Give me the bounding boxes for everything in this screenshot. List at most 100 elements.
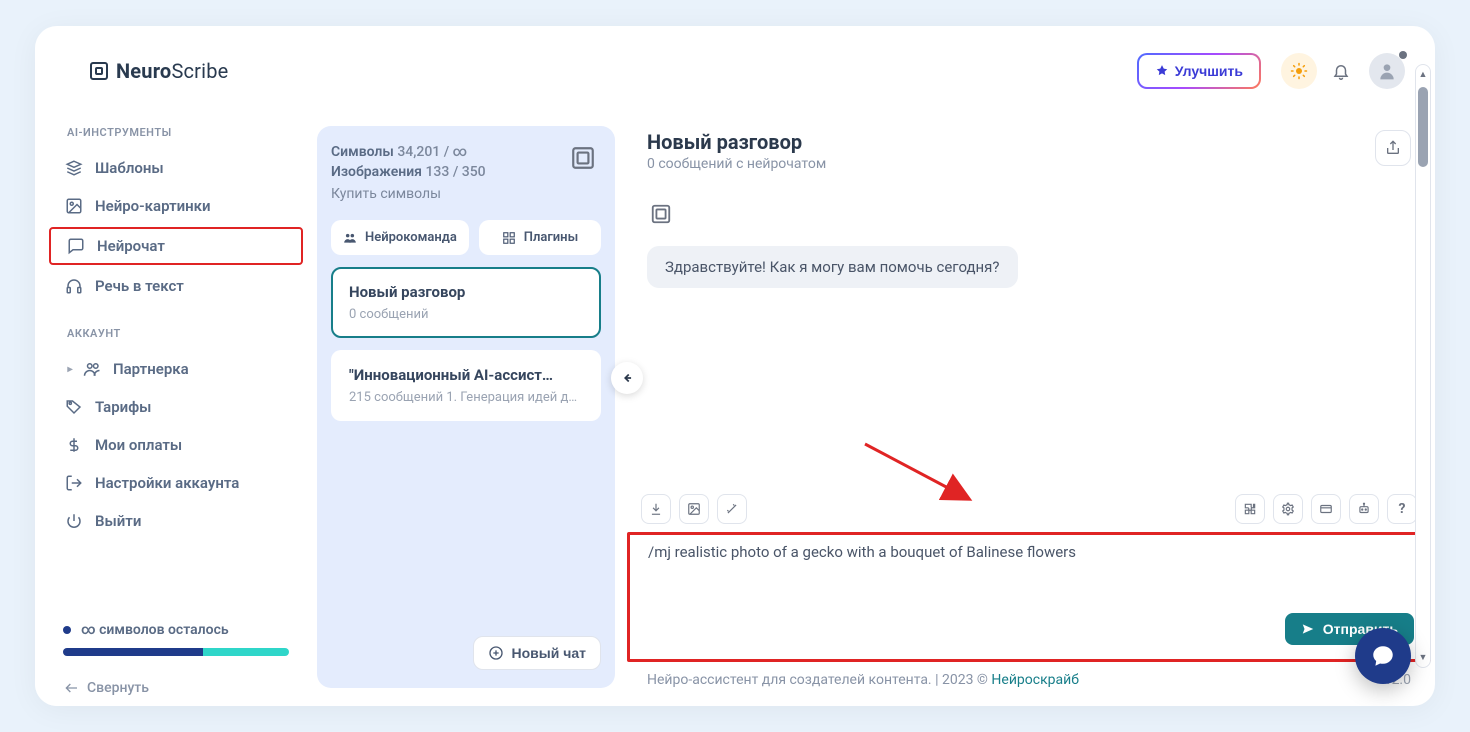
buy-symbols-link[interactable]: Купить символы: [331, 186, 601, 202]
chat-icon: [67, 237, 85, 255]
footer: Нейро-ассистент для создателей контента.…: [627, 662, 1431, 688]
bell-icon: [1332, 62, 1350, 80]
sidebar-item-label: Нейро-картинки: [95, 197, 211, 215]
help-button[interactable]: ?: [1387, 494, 1417, 524]
sidebar-item-label: Выйти: [95, 512, 141, 530]
chat-list-item[interactable]: Новый разговор 0 сообщений: [331, 267, 601, 338]
sidebar-item-label: Мои оплаты: [95, 436, 182, 454]
images-stat: Изображения 133 / 350: [331, 164, 601, 180]
sun-icon: [1290, 62, 1308, 80]
rocket-icon: [1155, 64, 1169, 78]
collapse-label: Свернуть: [87, 680, 149, 696]
sidebar-item-neurochat[interactable]: Нейрочат: [49, 227, 303, 265]
sidebar-item-label: Нейрочат: [97, 237, 165, 255]
bot-switch-button[interactable]: [1349, 494, 1379, 524]
new-chat-button[interactable]: Новый чат: [473, 636, 602, 670]
user-icon: [1377, 61, 1397, 81]
team-icon: [343, 231, 357, 245]
download-icon: [649, 502, 663, 516]
sidebar-item-neuro-images[interactable]: Нейро-картинки: [49, 189, 303, 223]
symbols-stat: Символы 34,201 / ∞: [331, 144, 601, 160]
top-bar: NeuroScribe Улучшить: [35, 26, 1435, 116]
grid-icon: [502, 231, 516, 245]
new-chat-label: Новый чат: [512, 645, 587, 661]
puzzle-button[interactable]: [1235, 494, 1265, 524]
share-button[interactable]: [1375, 130, 1411, 166]
team-chip[interactable]: Нейрокоманда: [331, 220, 469, 255]
sidebar-item-payments[interactable]: Мои оплаты: [49, 428, 303, 462]
collapse-icon: [63, 680, 79, 696]
collapse-panel-button[interactable]: [611, 362, 643, 394]
composer-input[interactable]: [644, 537, 1414, 609]
chat-bubble-icon: [1370, 643, 1396, 669]
prompt-library-button[interactable]: [1311, 494, 1341, 524]
sidebar-item-label: Тарифы: [95, 398, 151, 416]
bot-avatar: [647, 200, 675, 228]
footer-text: Нейро-ассистент для создателей контента.…: [647, 672, 991, 688]
plugins-chip[interactable]: Плагины: [479, 220, 601, 255]
sidebar-item-settings[interactable]: Настройки аккаунта: [49, 466, 303, 500]
chat-item-sub: 0 сообщений: [349, 307, 583, 322]
plus-circle-icon: [488, 645, 504, 661]
team-chip-label: Нейрокоманда: [365, 230, 457, 245]
logo-text: NeuroScribe: [116, 59, 228, 83]
settings-button[interactable]: [1273, 494, 1303, 524]
composer-highlight: Отправить: [627, 532, 1431, 662]
app-window: NeuroScribe Улучшить AI-ИНСТРУМЕНТЫ Шабл…: [35, 26, 1435, 706]
chat-list-item[interactable]: "Инновационный AI-ассист… 215 сообщений …: [331, 350, 601, 421]
scrollbar-thumb[interactable]: [1418, 87, 1428, 167]
logo-icon: [90, 62, 108, 80]
sidebar: AI-ИНСТРУМЕНТЫ Шаблоны Нейро-картинки Не…: [35, 116, 317, 706]
sidebar-item-label: Шаблоны: [95, 159, 164, 177]
arrow-left-icon: [620, 371, 634, 385]
chat-item-title: Новый разговор: [349, 283, 583, 301]
collapse-sidebar-button[interactable]: Свернуть: [49, 656, 303, 696]
plugins-chip-label: Плагины: [524, 230, 578, 245]
symbols-remaining-label: ∞ символов осталось: [81, 622, 229, 638]
wand-icon: [725, 502, 739, 516]
notifications-button[interactable]: [1323, 53, 1359, 89]
symbols-remaining: ∞ символов осталось: [49, 616, 303, 642]
sidebar-item-label: Партнерка: [113, 360, 189, 378]
sidebar-item-label: Настройки аккаунта: [95, 474, 239, 492]
headphones-icon: [65, 277, 83, 295]
robot-icon: [1357, 502, 1371, 516]
sidebar-item-partner[interactable]: ▸ Партнерка: [49, 352, 303, 386]
puzzle-icon: [1243, 502, 1257, 516]
footer-brand-link[interactable]: Нейроскрайб: [991, 672, 1079, 688]
chat-title: Новый разговор: [647, 130, 826, 154]
support-chat-button[interactable]: [1355, 628, 1411, 684]
chat-list-panel: Символы 34,201 / ∞ Изображения 133 / 350…: [317, 126, 615, 688]
exit-icon: [65, 474, 83, 492]
upgrade-label: Улучшить: [1175, 63, 1243, 79]
users-icon: [83, 360, 101, 378]
chat-item-title: "Инновационный AI-ассист…: [349, 366, 583, 384]
bot-logo-icon: [650, 203, 672, 225]
share-icon: [1385, 140, 1401, 156]
panel-logo-icon: [565, 140, 601, 176]
sidebar-item-templates[interactable]: Шаблоны: [49, 151, 303, 185]
upgrade-button[interactable]: Улучшить: [1137, 53, 1261, 89]
stack-icon: [65, 159, 83, 177]
chat-subtitle: 0 сообщений с нейрочатом: [647, 156, 826, 172]
attach-image-button[interactable]: [679, 494, 709, 524]
sidebar-item-tariffs[interactable]: Тарифы: [49, 390, 303, 424]
theme-toggle[interactable]: [1281, 53, 1317, 89]
image-icon: [65, 197, 83, 215]
scrollbar[interactable]: [1415, 64, 1431, 668]
section-label-tools: AI-ИНСТРУМЕНТЫ: [49, 116, 303, 149]
assistant-message: Здравствуйте! Как я могу вам помочь сего…: [647, 246, 1018, 288]
power-icon: [65, 512, 83, 530]
tag-icon: [65, 398, 83, 416]
section-label-account: АККАУНТ: [49, 317, 303, 350]
magic-button[interactable]: [717, 494, 747, 524]
messages-area: Здравствуйте! Как я могу вам помочь сего…: [627, 186, 1431, 486]
sidebar-item-logout[interactable]: Выйти: [49, 504, 303, 538]
avatar[interactable]: [1369, 53, 1405, 89]
symbols-progress: [63, 648, 289, 656]
composer-toolbar: ?: [641, 486, 1417, 532]
attach-file-button[interactable]: [641, 494, 671, 524]
dot-icon: [63, 626, 71, 634]
logo[interactable]: NeuroScribe: [90, 59, 228, 83]
sidebar-item-speech-to-text[interactable]: Речь в текст: [49, 269, 303, 303]
